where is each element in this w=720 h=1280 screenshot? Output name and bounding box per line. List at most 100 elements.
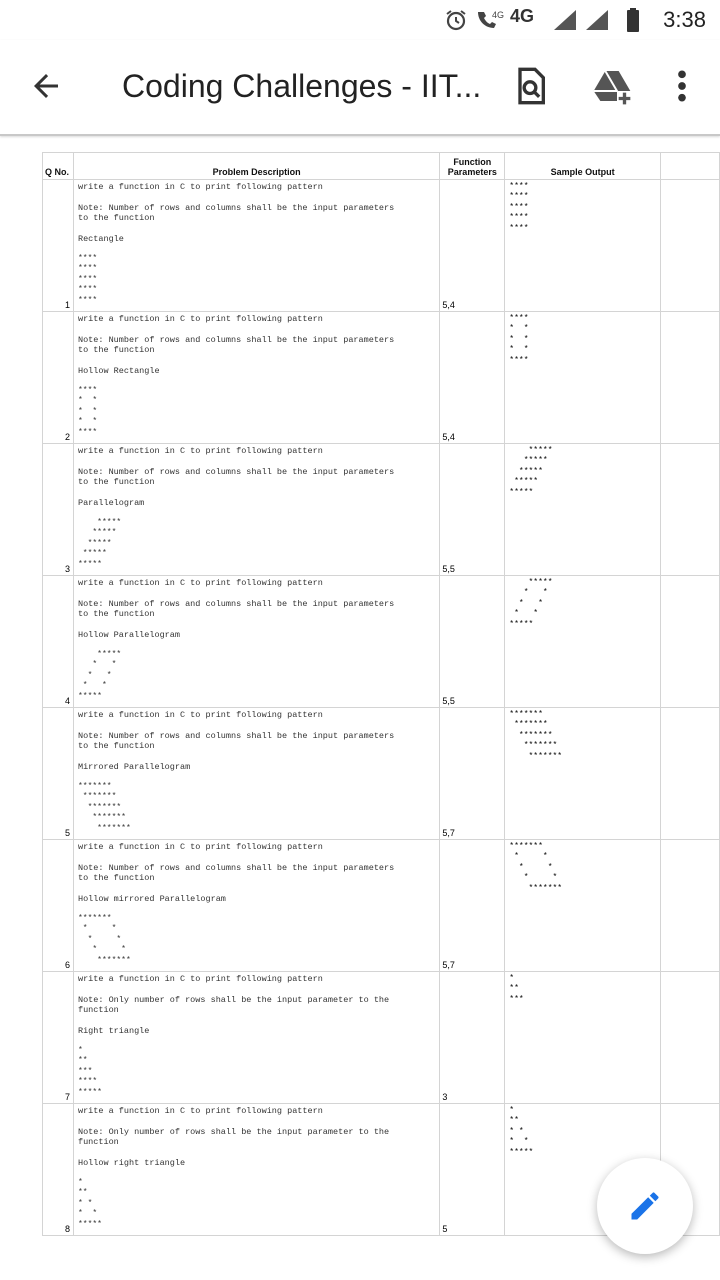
description-cell[interactable]: write a function in C to print following… [72, 839, 441, 972]
sample-output-text: ***** * * * * * * ***** [509, 578, 553, 629]
description-line: Mirrored Parallelogram [77, 761, 191, 772]
params-cell[interactable]: 5,4 [439, 179, 506, 312]
params-cell[interactable]: 5,7 [439, 707, 506, 840]
empty-cell[interactable] [660, 575, 720, 708]
header-sample-output[interactable]: Sample Output [504, 152, 662, 180]
table-row: 5 write a function in C to print followin… [42, 707, 720, 840]
table-row: 2 write a function in C to print followin… [42, 311, 720, 444]
description-line: write a function in C to print following… [77, 1106, 323, 1116]
description-line: Hollow mirrored Parallelogram [77, 893, 226, 904]
sample-output-text: * ** *** [509, 974, 524, 1004]
output-cell[interactable]: ***** ***** ***** ***** ***** [504, 443, 662, 576]
description-line: Right triangle [77, 1025, 150, 1036]
description-line: Note: Number of rows and columns shall b… [77, 598, 395, 620]
empty-cell[interactable] [660, 971, 720, 1104]
table-row: 4 write a function in C to print followin… [42, 575, 720, 708]
header-empty[interactable] [660, 152, 720, 180]
description-line: write a function in C to print following… [77, 974, 323, 984]
spreadsheet[interactable]: Q No. Problem Description Function Param… [42, 152, 720, 1236]
description-line: Hollow Rectangle [77, 365, 160, 376]
header-description[interactable]: Problem Description [72, 152, 441, 180]
description-cell[interactable]: write a function in C to print following… [72, 311, 441, 444]
header-qno[interactable]: Q No. [42, 152, 74, 180]
sample-output-text: * ** * * * * ***** [509, 1106, 534, 1157]
qno-cell[interactable]: 7 [42, 971, 74, 1104]
preview-icon[interactable] [510, 66, 550, 106]
description-line: Note: Number of rows and columns shall b… [77, 202, 395, 224]
params-cell[interactable]: 5,4 [439, 311, 506, 444]
description-cell[interactable]: write a function in C to print following… [72, 1103, 441, 1236]
params-cell[interactable]: 5,7 [439, 839, 506, 972]
sample-output-text: ******* * * * * * * ******* [509, 842, 563, 893]
description-line: Hollow right triangle [77, 1157, 186, 1168]
description-line: Note: Only number of rows shall be the i… [77, 994, 390, 1016]
add-to-drive-icon[interactable] [592, 66, 632, 106]
params-cell[interactable]: 5,5 [439, 575, 506, 708]
pattern-text: ***** * * * * * * ***** [77, 650, 122, 701]
qno-cell[interactable]: 3 [42, 443, 74, 576]
output-cell[interactable]: ***** * * * * * * ***** [504, 575, 662, 708]
description-cell[interactable]: write a function in C to print following… [72, 971, 441, 1104]
description-line: write a function in C to print following… [77, 314, 323, 324]
pattern-text: ***** ***** ***** ***** ***** [77, 518, 122, 569]
pattern-text: **** * * * * * * **** [77, 386, 98, 437]
description-line: Note: Number of rows and columns shall b… [77, 862, 395, 884]
params-cell[interactable]: 5,5 [439, 443, 506, 576]
alarm-icon [446, 10, 466, 31]
qno-cell[interactable]: 2 [42, 311, 74, 444]
output-cell[interactable]: **** * * * * * * **** [504, 311, 662, 444]
empty-cell[interactable] [660, 839, 720, 972]
params-cell[interactable]: 3 [439, 971, 506, 1104]
description-line: Hollow Parallelogram [77, 629, 180, 640]
description-line: write a function in C to print following… [77, 578, 323, 588]
qno-cell[interactable]: 6 [42, 839, 74, 972]
back-arrow-icon[interactable] [28, 68, 64, 104]
description-cell[interactable]: write a function in C to print following… [72, 707, 441, 840]
table-row: 1 write a function in C to print followin… [42, 179, 720, 312]
sample-output-text: ******* ******* ******* ******* ******* [509, 710, 563, 761]
description-line: Note: Number of rows and columns shall b… [77, 466, 395, 488]
output-cell[interactable]: ******* ******* ******* ******* ******* [504, 707, 662, 840]
output-cell[interactable]: ******* * * * * * * ******* [504, 839, 662, 972]
description-line: write a function in C to print following… [77, 182, 323, 192]
qno-cell[interactable]: 1 [42, 179, 74, 312]
sample-output-text: ***** ***** ***** ***** ***** [509, 446, 553, 497]
header-row: Q No. Problem Description Function Param… [42, 152, 720, 180]
empty-cell[interactable] [660, 443, 720, 576]
signal-icon [586, 10, 608, 30]
description-cell[interactable]: write a function in C to print following… [72, 443, 441, 576]
more-vert-icon[interactable] [662, 66, 702, 106]
description-line: Parallelogram [77, 497, 145, 508]
sample-output-text: **** * * * * * * **** [509, 314, 529, 365]
volte-call-icon: 4G [478, 10, 504, 28]
status-time: 3:38 [663, 7, 706, 32]
pattern-text: ******* ******* ******* ******* ******* [77, 782, 131, 833]
output-cell[interactable]: * ** *** [504, 971, 662, 1104]
svg-text:4G: 4G [492, 10, 504, 20]
empty-cell[interactable] [660, 179, 720, 312]
output-cell[interactable]: **** **** **** **** **** [504, 179, 662, 312]
document-title: Coding Challenges - IIT... [122, 68, 482, 104]
description-cell[interactable]: write a function in C to print following… [72, 575, 441, 708]
description-line: write a function in C to print following… [77, 710, 323, 720]
network-type: 4G [510, 6, 535, 26]
empty-cell[interactable] [660, 707, 720, 840]
qno-cell[interactable]: 5 [42, 707, 74, 840]
pattern-text: * ** * * * * ***** [77, 1178, 102, 1229]
table-row: 6 write a function in C to print followin… [42, 839, 720, 972]
description-cell[interactable]: write a function in C to print following… [72, 179, 441, 312]
pattern-text: ******* * * * * * * ******* [77, 914, 131, 965]
table-row: 7 write a function in C to print followin… [42, 971, 720, 1104]
qno-cell[interactable]: 4 [42, 575, 74, 708]
description-line: write a function in C to print following… [77, 446, 323, 456]
description-line: Note: Number of rows and columns shall b… [77, 730, 395, 752]
empty-cell[interactable] [660, 311, 720, 444]
sample-output-text: **** **** **** **** **** [509, 182, 529, 233]
challenge-table: Q No. Problem Description Function Param… [42, 152, 720, 1236]
pattern-text: **** **** **** **** **** [77, 254, 98, 305]
header-parameters[interactable]: Function Parameters [439, 152, 506, 180]
description-line: Note: Number of rows and columns shall b… [77, 334, 395, 356]
params-cell[interactable]: 5 [439, 1103, 506, 1236]
edit-fab[interactable] [597, 1158, 693, 1254]
qno-cell[interactable]: 8 [42, 1103, 74, 1236]
